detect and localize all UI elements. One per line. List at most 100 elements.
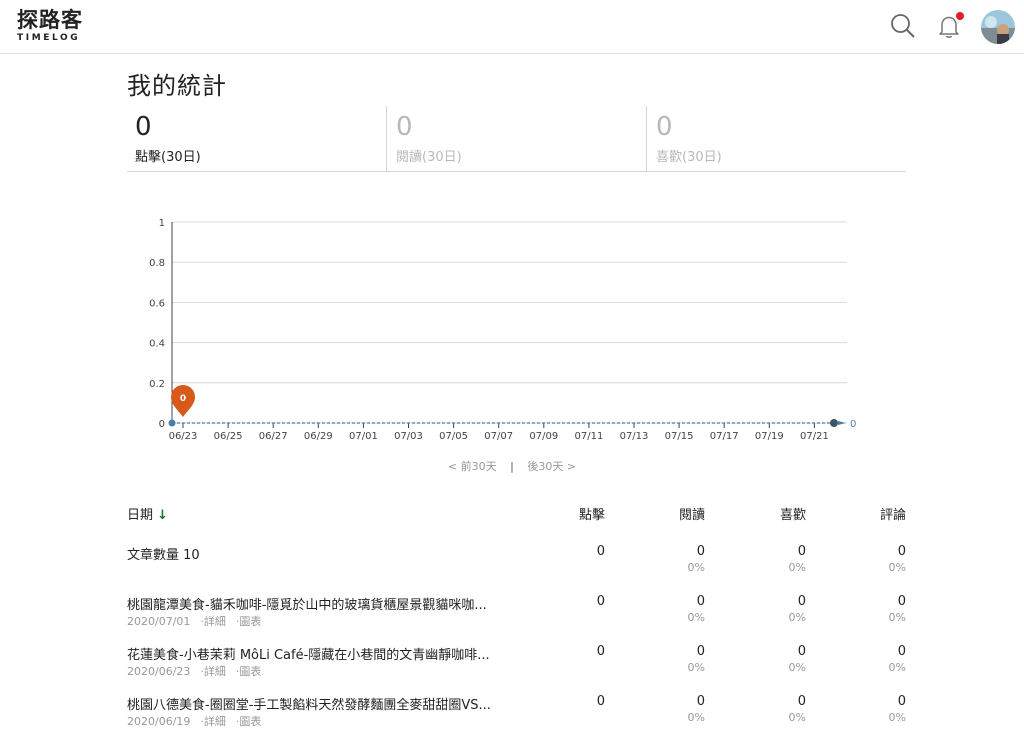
reads-label: 閱讀(30日) — [396, 150, 462, 165]
article-title-link[interactable]: 桃園龍潭美食-貓禾咖啡-隱覓於山中的玻璃貨櫃屋景觀貓咪咖... — [127, 594, 487, 613]
tab-likes[interactable]: 0 喜歡(30日) — [646, 106, 906, 172]
likes-label: 喜歡(30日) — [656, 150, 722, 165]
x-tick-label: 07/07 — [484, 431, 513, 442]
article-meta: 2020/06/23 ·詳細 ·圖表 — [127, 663, 261, 679]
page-title: 我的統計 — [127, 72, 227, 100]
tab-clicks[interactable]: 0 點擊(30日) — [127, 106, 386, 172]
avatar[interactable] — [981, 10, 1015, 44]
x-tick-label: 07/15 — [665, 431, 694, 442]
stats-table: 日期 ↓ 點擊 閱讀 喜歡 評論 文章數量 10 0 0 0% 0 0% 0 0% 桃… — [127, 504, 906, 732]
prev-30-days-link[interactable]: < 前30天 — [448, 460, 497, 473]
date-header-label: 日期 — [127, 508, 154, 523]
stats-chart: 0 0.2 0.4 0.6 0.8 1 06/23 06/25 06/27 06/29 07/01 0… — [149, 218, 856, 442]
search-icon[interactable] — [889, 12, 917, 40]
x-tick-label: 07/09 — [529, 431, 558, 442]
x-tick-label: 07/01 — [349, 431, 378, 442]
likes-pct: 0% — [788, 611, 806, 624]
table-header: 日期 ↓ 點擊 閱讀 喜歡 評論 — [127, 504, 906, 534]
detail-link[interactable]: ·詳細 — [200, 715, 226, 728]
article-title-link[interactable]: 桃園八德美食-圈圈堂-手工製餡料天然發酵麵團全麥甜甜圈VS... — [127, 694, 491, 713]
comments-value: 0 — [897, 644, 906, 659]
clicks-value: 0 — [596, 694, 605, 709]
comments-value: 0 — [897, 694, 906, 709]
reads-count: 0 — [396, 112, 413, 142]
chart-link[interactable]: ·圖表 — [236, 715, 262, 728]
article-date: 2020/06/23 — [127, 665, 191, 678]
detail-link[interactable]: ·詳細 — [200, 615, 226, 628]
data-point-start — [168, 419, 176, 427]
comments-column-header: 評論 — [879, 508, 906, 523]
y-tick-label: 0.4 — [149, 339, 165, 350]
top-bar: 探路客 TIMELOG — [0, 0, 1024, 54]
comments-value: 0 — [897, 594, 906, 609]
article-date: 2020/06/19 — [127, 715, 191, 728]
chart-link[interactable]: ·圖表 — [236, 665, 262, 678]
x-tick-label: 07/03 — [394, 431, 423, 442]
y-tick-label: 0.8 — [149, 258, 165, 269]
cell-likes: 0 0% — [789, 594, 806, 624]
likes-value: 0 — [797, 694, 806, 709]
y-tick-label: 0 — [159, 419, 165, 430]
article-date: 2020/07/01 — [127, 615, 191, 628]
likes-value: 0 — [797, 644, 806, 659]
article-count: 文章數量 10 — [127, 548, 200, 563]
article-title-link[interactable]: 花蓮美食-小巷茉莉 MôLi Café-隱藏在小巷間的文青幽靜咖啡... — [127, 644, 490, 663]
x-tick-label: 07/11 — [574, 431, 603, 442]
reads-pct: 0% — [687, 711, 705, 724]
cell-reads: 0 0% — [688, 544, 705, 574]
x-tick-label: 07/19 — [755, 431, 784, 442]
x-tick-label: 06/23 — [169, 431, 198, 442]
x-tick-label: 07/05 — [439, 431, 468, 442]
detail-link[interactable]: ·詳細 — [200, 665, 226, 678]
cell-comments: 0 0% — [889, 644, 906, 674]
end-arrow-icon — [838, 421, 846, 425]
stats-tabs: 0 點擊(30日) 0 閱讀(30日) 0 喜歡(30日) — [127, 106, 906, 172]
next-30-days-link[interactable]: 後30天 > — [527, 460, 576, 473]
likes-pct: 0% — [788, 711, 806, 724]
x-tick-label: 07/21 — [800, 431, 829, 442]
sort-down-icon: ↓ — [157, 508, 169, 523]
reads-value: 0 — [696, 594, 705, 609]
likes-column-header: 喜歡 — [779, 508, 806, 523]
cell-clicks: 0 — [597, 594, 605, 609]
likes-pct: 0% — [788, 661, 806, 674]
cell-comments: 0 0% — [889, 594, 906, 624]
cell-clicks: 0 — [597, 694, 605, 709]
x-tick-label: 06/29 — [304, 431, 333, 442]
chart-pager: < 前30天 | 後30天 > — [0, 458, 1024, 474]
chart-link[interactable]: ·圖表 — [236, 615, 262, 628]
cell-comments: 0 0% — [889, 544, 906, 574]
date-column-header[interactable]: 日期 ↓ — [127, 504, 168, 523]
reads-column-header: 閱讀 — [678, 508, 705, 523]
comments-pct: 0% — [888, 661, 906, 674]
marker-value-label: 0 — [180, 394, 186, 404]
logo-en-text: TIMELOG — [17, 33, 81, 43]
cell-likes: 0 0% — [789, 694, 806, 724]
reads-value: 0 — [696, 544, 705, 559]
logo[interactable]: 探路客 TIMELOG — [17, 9, 89, 45]
table-row: 桃園龍潭美食-貓禾咖啡-隱覓於山中的玻璃貨櫃屋景觀貓咪咖... 2020/07/… — [127, 594, 906, 644]
likes-pct: 0% — [788, 561, 806, 574]
cell-reads: 0 0% — [688, 644, 705, 674]
cell-reads: 0 0% — [688, 694, 705, 724]
comments-value: 0 — [897, 544, 906, 559]
x-tick-label: 07/17 — [710, 431, 739, 442]
comments-pct: 0% — [888, 711, 906, 724]
x-tick-label: 07/13 — [620, 431, 649, 442]
cell-likes: 0 0% — [789, 644, 806, 674]
data-point-end — [830, 419, 838, 427]
clicks-count: 0 — [135, 112, 152, 142]
clicks-label: 點擊(30日) — [135, 150, 201, 165]
cell-clicks: 0 — [597, 544, 605, 559]
reads-pct: 0% — [687, 611, 705, 624]
reads-pct: 0% — [687, 561, 705, 574]
cell-clicks: 0 — [597, 644, 605, 659]
cell-reads: 0 0% — [688, 594, 705, 624]
y-tick-label: 1 — [159, 218, 165, 229]
tab-reads[interactable]: 0 閱讀(30日) — [386, 106, 646, 172]
summary-row: 文章數量 10 0 0 0% 0 0% 0 0% — [127, 544, 906, 594]
end-value-label: 0 — [850, 419, 856, 430]
reads-value: 0 — [696, 644, 705, 659]
comments-pct: 0% — [888, 611, 906, 624]
article-meta: 2020/06/19 ·詳細 ·圖表 — [127, 713, 261, 729]
